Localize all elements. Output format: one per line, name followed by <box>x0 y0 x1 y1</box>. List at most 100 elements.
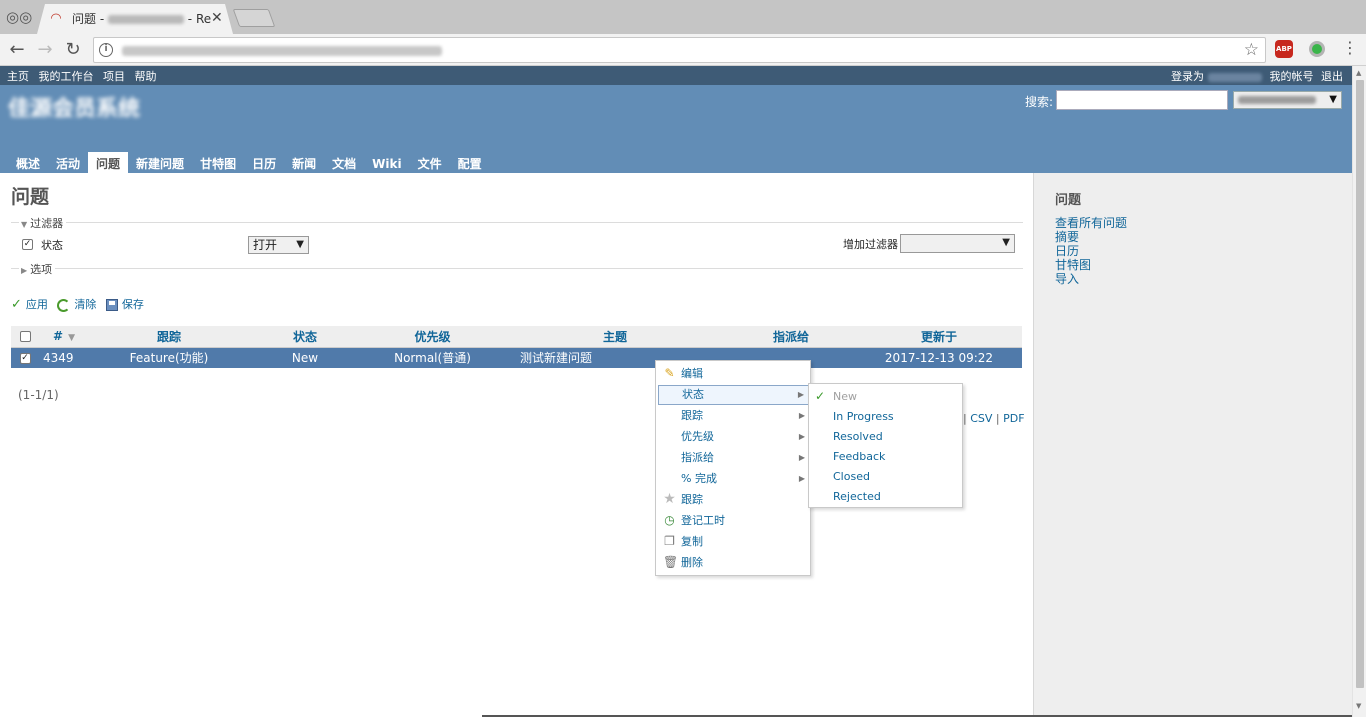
status-operator-select[interactable]: 打开 ▼ <box>248 236 309 254</box>
status-filter-checkbox[interactable]: ✓ <box>22 237 33 251</box>
adblock-plus-icon[interactable]: ABP <box>1275 40 1293 58</box>
submenu-arrow-icon: ▶ <box>797 390 804 399</box>
tab-documents[interactable]: 文档 <box>324 152 364 173</box>
select-all-checkbox[interactable] <box>11 326 39 348</box>
star-icon: ★ <box>663 491 676 507</box>
tab-activity[interactable]: 活动 <box>48 152 88 173</box>
back-icon[interactable]: ← <box>6 39 28 61</box>
sidebar-link-summary[interactable]: 摘要 <box>1055 230 1127 244</box>
status-option-resolved[interactable]: Resolved <box>833 430 883 444</box>
issues-table: # ▼ 跟踪 状态 优先级 主题 指派给 更新于 ✓ 4349 Feature(功… <box>11 326 1022 368</box>
scroll-down-icon[interactable]: ▼ <box>1356 702 1361 710</box>
search-input[interactable] <box>1056 90 1228 110</box>
col-subject[interactable]: 主题 <box>504 326 726 348</box>
col-tracker[interactable]: 跟踪 <box>89 326 249 348</box>
reload-icon <box>57 298 71 312</box>
browser-menu-icon[interactable]: ⋮ <box>1342 38 1358 58</box>
tab-settings[interactable]: 配置 <box>450 152 490 173</box>
add-filter-select[interactable]: ▼ <box>900 234 1015 253</box>
my-account-link[interactable]: 我的帐号 <box>1270 70 1314 83</box>
ctx-watch[interactable]: ★ 跟踪 <box>658 490 809 510</box>
query-actions: ✓ 应用 清除 保存 <box>11 296 150 312</box>
tab-issues[interactable]: 问题 <box>88 152 129 173</box>
ctx-copy[interactable]: ❐ 复制 <box>658 532 809 552</box>
logged-in-as: 登录为 <box>1171 70 1204 83</box>
user-name[interactable] <box>1208 72 1262 82</box>
topmenu-help[interactable]: 帮助 <box>135 70 157 83</box>
pagination-count: (1-1/1) <box>18 388 59 402</box>
table-header-row: # ▼ 跟踪 状态 优先级 主题 指派给 更新于 <box>11 326 1022 348</box>
topmenu-projects[interactable]: 项目 <box>103 70 125 83</box>
address-bar[interactable]: i ☆ <box>93 37 1266 63</box>
status-option-in-progress[interactable]: In Progress <box>833 410 894 424</box>
new-tab-button[interactable] <box>232 9 276 27</box>
tab-overview[interactable]: 概述 <box>8 152 48 173</box>
clock-icon: ◷ <box>664 513 675 527</box>
table-row[interactable]: ✓ 4349 Feature(功能) New Normal(普通) 测试新建问题… <box>11 347 1022 368</box>
project-header: 佳源会员系统 搜索: ▼ 概述 活动 问题 新建问题 甘特图 日历 新闻 文档 Wiki 文件 配置 <box>0 85 1352 173</box>
topmenu-home[interactable]: 主页 <box>7 70 29 83</box>
status-option-feedback[interactable]: Feedback <box>833 450 885 464</box>
forward-icon[interactable]: → <box>34 39 56 61</box>
pdf-export-link[interactable]: PDF <box>1003 412 1024 425</box>
save-link[interactable]: 保存 <box>122 298 144 311</box>
project-jump-select[interactable]: ▼ <box>1233 91 1342 109</box>
ctx-delete[interactable]: 🗑 删除 <box>658 553 809 573</box>
col-updated[interactable]: 更新于 <box>856 326 1022 348</box>
options-legend[interactable]: ▶ 选项 <box>19 261 56 277</box>
ctx-log-time[interactable]: ◷ 登记工时 <box>658 511 809 531</box>
sidebar-link-all-issues[interactable]: 查看所有问题 <box>1055 216 1127 230</box>
ctx-tracker[interactable]: 跟踪 ▶ <box>658 406 809 426</box>
issue-id[interactable]: 4349 <box>39 347 89 368</box>
col-assignee[interactable]: 指派给 <box>726 326 856 348</box>
tab-new-issue[interactable]: 新建问题 <box>128 152 192 173</box>
status-submenu: ✓ New In Progress Resolved Feedback Clos… <box>808 383 963 508</box>
ctx-assignee[interactable]: 指派给 ▶ <box>658 448 809 468</box>
browser-tab[interactable]: ◠ 问题 - - Re ✕ <box>37 4 233 34</box>
status-filter-label: 状态 <box>41 239 63 252</box>
check-icon: ✓ <box>815 389 826 403</box>
tab-title-tail: - Re <box>187 12 212 26</box>
scroll-thumb[interactable] <box>1356 80 1364 688</box>
filters-legend[interactable]: ▼ 过滤器 <box>19 215 67 231</box>
extension-icon[interactable] <box>1309 41 1325 57</box>
ctx-done-ratio[interactable]: % 完成 ▶ <box>658 469 809 489</box>
page-title: 问题 <box>11 186 50 208</box>
sidebar-link-import[interactable]: 导入 <box>1055 272 1127 286</box>
ctx-status[interactable]: 状态 ▶ <box>658 385 809 405</box>
tab-news[interactable]: 新闻 <box>284 152 324 173</box>
tab-gantt[interactable]: 甘特图 <box>192 152 244 173</box>
reload-icon[interactable]: ↻ <box>62 39 84 61</box>
clear-link[interactable]: 清除 <box>74 298 96 311</box>
csv-export-link[interactable]: CSV <box>970 412 992 425</box>
tab-close-icon[interactable]: ✕ <box>211 10 223 26</box>
status-option-new: New <box>833 390 857 403</box>
scroll-up-icon[interactable]: ▲ <box>1356 69 1361 77</box>
status-option-closed[interactable]: Closed <box>833 470 870 484</box>
apply-link[interactable]: 应用 <box>26 298 48 311</box>
col-priority[interactable]: 优先级 <box>361 326 504 348</box>
status-option-rejected[interactable]: Rejected <box>833 490 881 504</box>
logout-link[interactable]: 退出 <box>1321 70 1343 83</box>
bookmark-star-icon[interactable]: ☆ <box>1244 40 1259 60</box>
trash-icon: 🗑 <box>663 555 679 569</box>
submenu-arrow-icon: ▶ <box>798 432 805 441</box>
ctx-edit[interactable]: ✎ 编辑 <box>658 364 809 384</box>
page-scrollbar[interactable]: ▲ ▼ <box>1352 66 1366 717</box>
context-menu: ✎ 编辑 状态 ▶ 跟踪 ▶ 优先级 ▶ 指派给 ▶ % 完成 ▶ ★ 跟踪 ◷ 登记工时 ❐ 复… <box>655 360 811 576</box>
info-icon[interactable]: i <box>99 43 113 57</box>
tab-wiki[interactable]: Wiki <box>364 154 409 175</box>
save-icon <box>105 299 118 311</box>
sidebar-link-gantt[interactable]: 甘特图 <box>1055 258 1127 272</box>
col-id[interactable]: # ▼ <box>39 326 89 348</box>
check-icon: ✓ <box>11 297 22 312</box>
ctx-priority[interactable]: 优先级 ▶ <box>658 427 809 447</box>
col-status[interactable]: 状态 <box>249 326 361 348</box>
browser-toolbar: ← → ↻ i ☆ <box>0 34 1366 66</box>
sidebar-link-calendar[interactable]: 日历 <box>1055 244 1127 258</box>
tab-calendar[interactable]: 日历 <box>244 152 284 173</box>
copy-icon: ❐ <box>664 534 675 548</box>
topmenu-my-page[interactable]: 我的工作台 <box>39 70 94 83</box>
tab-files[interactable]: 文件 <box>410 152 450 173</box>
row-checkbox[interactable]: ✓ <box>11 347 39 368</box>
